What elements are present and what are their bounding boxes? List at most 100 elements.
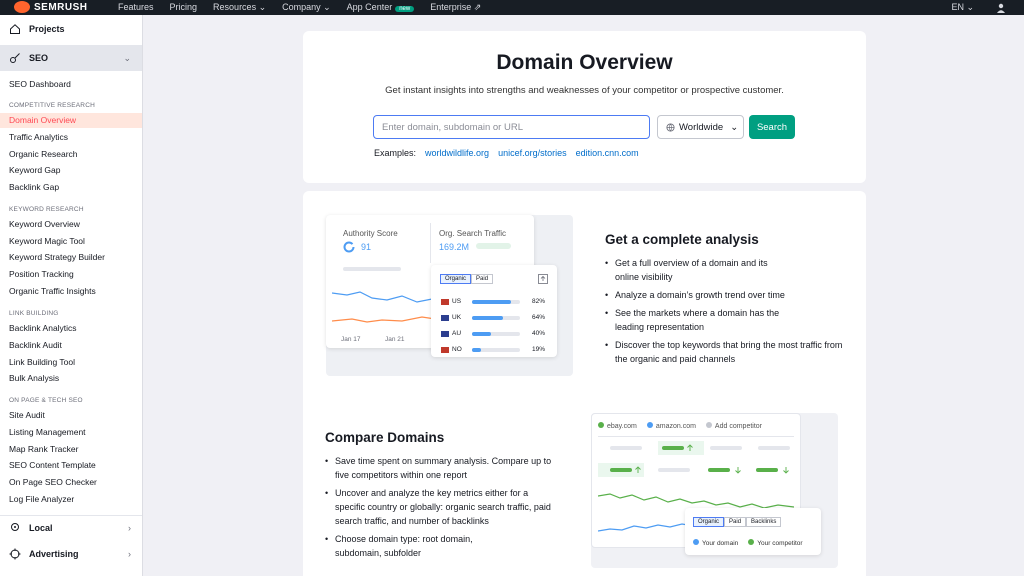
share-percent: 82% <box>532 298 546 305</box>
section-keyword-research: KEYWORD RESEARCH <box>9 206 84 213</box>
org-search-traffic-value: 169.2M <box>439 242 470 252</box>
org-search-traffic-label: Org. Search Traffic <box>439 229 506 238</box>
flag-icon <box>441 331 449 337</box>
share-bar-fill <box>472 332 491 336</box>
date-label: Jan 21 <box>385 336 405 343</box>
sidebar-item-listing-management[interactable]: Listing Management <box>0 425 142 440</box>
sidebar-seo[interactable]: SEO ⌄ <box>0 45 142 71</box>
sidebar-item-organic-traffic-insights[interactable]: Organic Traffic Insights <box>0 284 142 299</box>
section-competitive-research: COMPETITIVE RESEARCH <box>9 102 95 109</box>
list-item: Choose domain type: root domain, subdoma… <box>325 532 503 560</box>
sidebar-item-seo-content-template[interactable]: SEO Content Template <box>0 458 142 473</box>
share-bar <box>472 348 520 352</box>
sidebar-local[interactable]: Local › <box>0 522 142 534</box>
language-selector[interactable]: EN ⌄ <box>951 2 974 13</box>
tab-paid[interactable]: Paid <box>724 517 747 527</box>
divider <box>598 436 794 437</box>
target-icon <box>9 548 21 560</box>
tab-organic[interactable]: Organic <box>440 274 472 284</box>
nav-features[interactable]: Features <box>118 2 154 13</box>
dot-icon <box>693 539 699 545</box>
domain-chip: amazon.com <box>646 422 696 430</box>
domain-search-input[interactable] <box>373 115 650 139</box>
sidebar-divider <box>0 515 142 516</box>
top-right-controls: EN ⌄ <box>951 2 1006 13</box>
example-link[interactable]: unicef.org/stories <box>498 148 567 158</box>
map-pin-icon <box>11 523 19 531</box>
country-row: US 82% <box>431 297 557 307</box>
semrush-logo-icon <box>14 1 30 13</box>
legend-item: Your domain <box>693 539 738 547</box>
sidebar-item-log-file-analyzer[interactable]: Log File Analyzer <box>0 492 142 507</box>
legend-row: Your domain Your competitor <box>693 539 803 547</box>
authority-score-label: Authority Score <box>343 229 398 238</box>
sidebar-item-keyword-strategy-builder[interactable]: Keyword Strategy Builder <box>0 250 142 265</box>
sidebar-item-site-audit[interactable]: Site Audit <box>0 408 142 423</box>
country-code: UK <box>452 314 462 321</box>
sidebar-advertising[interactable]: Advertising › <box>0 548 142 560</box>
sidebar-item-bulk-analysis[interactable]: Bulk Analysis <box>0 371 142 386</box>
nav-app-center[interactable]: App Center new <box>347 2 415 13</box>
chevron-right-icon: › <box>128 549 131 559</box>
analysis-illustration: Authority Score 91 Org. Search Traffic 1… <box>326 215 573 376</box>
search-button[interactable]: Search <box>749 115 795 139</box>
dot-icon <box>705 422 712 428</box>
share-bar <box>472 316 520 320</box>
sidebar-item-domain-overview[interactable]: Domain Overview <box>0 113 142 128</box>
date-label: Jan 17 <box>341 336 361 343</box>
skeleton-bar <box>476 243 511 249</box>
user-icon[interactable] <box>996 3 1006 13</box>
country-row: NO 19% <box>431 345 557 355</box>
domain-overview-search-card: Domain Overview Get instant insights int… <box>303 31 866 183</box>
share-bar <box>472 332 520 336</box>
nav-enterprise[interactable]: Enterprise ⇗ <box>430 2 481 13</box>
tab-backlinks[interactable]: Backlinks <box>746 517 782 527</box>
page-title: Domain Overview <box>496 51 673 74</box>
dot-icon <box>598 422 604 428</box>
section-link-building: LINK BUILDING <box>9 310 59 317</box>
sidebar-item-backlink-analytics[interactable]: Backlink Analytics <box>0 321 142 336</box>
tab-paid[interactable]: Paid <box>471 274 494 284</box>
sidebar-item-backlink-gap[interactable]: Backlink Gap <box>0 180 142 195</box>
tab-organic[interactable]: Organic <box>693 517 725 527</box>
sidebar-item-organic-research[interactable]: Organic Research <box>0 147 142 162</box>
dot-icon <box>646 422 653 428</box>
semrush-logo[interactable]: SEMRUSH <box>14 1 88 13</box>
sidebar-item-keyword-overview[interactable]: Keyword Overview <box>0 217 142 232</box>
export-icon[interactable] <box>538 274 548 284</box>
sidebar-item-map-rank-tracker[interactable]: Map Rank Tracker <box>0 442 142 457</box>
share-bar-fill <box>472 348 481 352</box>
compare-tabs: Organic Paid Backlinks <box>693 517 782 527</box>
flag-icon <box>441 347 449 353</box>
sidebar-item-seo-dashboard[interactable]: SEO Dashboard <box>0 77 142 92</box>
compare-domains-row: ebay.com amazon.com Add competitor <box>598 422 762 430</box>
sidebar-projects[interactable]: Projects <box>0 23 142 35</box>
top-bar: SEMRUSH Features Pricing Resources ⌄ Com… <box>0 0 1024 15</box>
nav-pricing[interactable]: Pricing <box>170 2 198 13</box>
sidebar-item-link-building-tool[interactable]: Link Building Tool <box>0 355 142 370</box>
list-item: Uncover and analyze the key metrics eith… <box>325 486 553 528</box>
sidebar-item-traffic-analytics[interactable]: Traffic Analytics <box>0 130 142 145</box>
nav-resources[interactable]: Resources ⌄ <box>213 2 266 13</box>
sidebar-item-on-page-seo-checker[interactable]: On Page SEO Checker <box>0 475 142 490</box>
new-badge: new <box>395 6 415 12</box>
compare-legend-card: Organic Paid Backlinks Your domain Your … <box>685 508 821 555</box>
seo-icon <box>10 53 20 63</box>
authority-ring-icon <box>343 241 355 253</box>
authority-score-value: 91 <box>361 242 372 252</box>
skeleton-bar <box>343 267 401 271</box>
country-code: NO <box>452 346 462 353</box>
sidebar-item-keyword-magic-tool[interactable]: Keyword Magic Tool <box>0 234 142 249</box>
sidebar-item-position-tracking[interactable]: Position Tracking <box>0 267 142 282</box>
country-code: US <box>452 298 462 305</box>
list-item: See the markets where a domain has the l… <box>605 306 797 334</box>
sidebar-item-backlink-audit[interactable]: Backlink Audit <box>0 338 142 353</box>
example-link[interactable]: worldwildlife.org <box>425 148 489 158</box>
example-link[interactable]: edition.cnn.com <box>576 148 639 158</box>
database-select[interactable]: Worldwide ⌄ <box>657 115 744 139</box>
page-subtitle: Get instant insights into strengths and … <box>385 85 784 96</box>
legend-item: Your competitor <box>748 539 803 547</box>
add-competitor-chip[interactable]: Add competitor <box>705 422 762 430</box>
sidebar-item-keyword-gap[interactable]: Keyword Gap <box>0 163 142 178</box>
nav-company[interactable]: Company ⌄ <box>282 2 331 13</box>
